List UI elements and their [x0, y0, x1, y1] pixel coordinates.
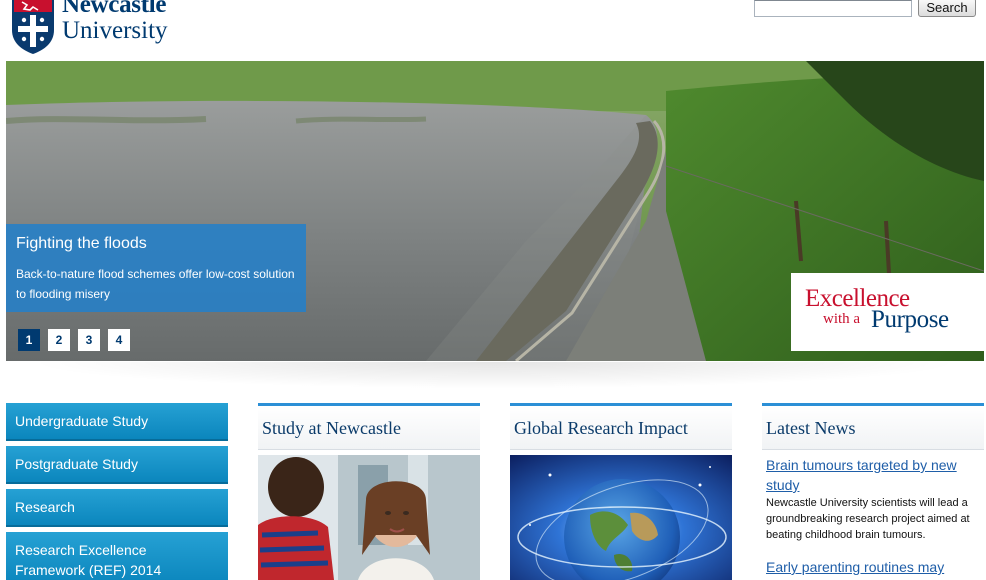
- news-item-link[interactable]: Brain tumours targeted by new study: [766, 455, 980, 495]
- news-item-link[interactable]: Early parenting routines may: [766, 557, 980, 577]
- nav-postgraduate-study[interactable]: Postgraduate Study: [6, 446, 228, 484]
- news-item: Early parenting routines may: [766, 557, 980, 577]
- badge-line-3: Purpose: [871, 306, 949, 333]
- hero-caption-title[interactable]: Fighting the floods: [16, 235, 296, 253]
- slide-page-1-button[interactable]: 1: [18, 329, 40, 351]
- search-input[interactable]: [754, 0, 912, 17]
- logo-line-2: University: [62, 17, 168, 44]
- nav-research[interactable]: Research: [6, 489, 228, 527]
- badge-line-2: with a: [823, 311, 861, 327]
- hero-slideshow[interactable]: Fighting the floods Back-to-nature flood…: [6, 61, 984, 361]
- excellence-purpose-badge: Excellence with a Purpose: [791, 273, 984, 351]
- news-column: Latest News Brain tumours targeted by ne…: [762, 403, 984, 575]
- study-column: Study at Newcastle: [258, 403, 480, 580]
- global-research-image[interactable]: [510, 455, 732, 580]
- slide-page-2-button[interactable]: 2: [48, 329, 70, 351]
- study-image[interactable]: [258, 455, 480, 580]
- shield-crest-icon: [12, 0, 54, 54]
- nav-ref-2014[interactable]: Research Excellence Framework (REF) 2014: [6, 532, 228, 580]
- university-logo[interactable]: Newcastle University: [8, 0, 208, 56]
- slide-page-3-button[interactable]: 3: [78, 329, 100, 351]
- slide-page-4-button[interactable]: 4: [108, 329, 130, 351]
- slideshow-pager: 1 2 3 4: [18, 329, 130, 351]
- hero-shadow-divider: [40, 362, 950, 388]
- search-button[interactable]: Search: [918, 0, 976, 17]
- news-column-title[interactable]: Latest News: [762, 403, 984, 450]
- news-item: Brain tumours targeted by new study Newc…: [766, 455, 980, 543]
- study-column-title[interactable]: Study at Newcastle: [258, 403, 480, 450]
- research-column-title[interactable]: Global Research Impact: [510, 403, 732, 450]
- news-item-description: Newcastle University scientists will lea…: [766, 497, 970, 541]
- logo-line-1: Newcastle: [62, 0, 167, 18]
- nav-undergraduate-study[interactable]: Undergraduate Study: [6, 403, 228, 441]
- hero-caption[interactable]: Fighting the floods Back-to-nature flood…: [6, 224, 306, 312]
- hero-caption-text: Back-to-nature flood schemes offer low-c…: [16, 267, 295, 301]
- research-column: Global Research Impact: [510, 403, 732, 580]
